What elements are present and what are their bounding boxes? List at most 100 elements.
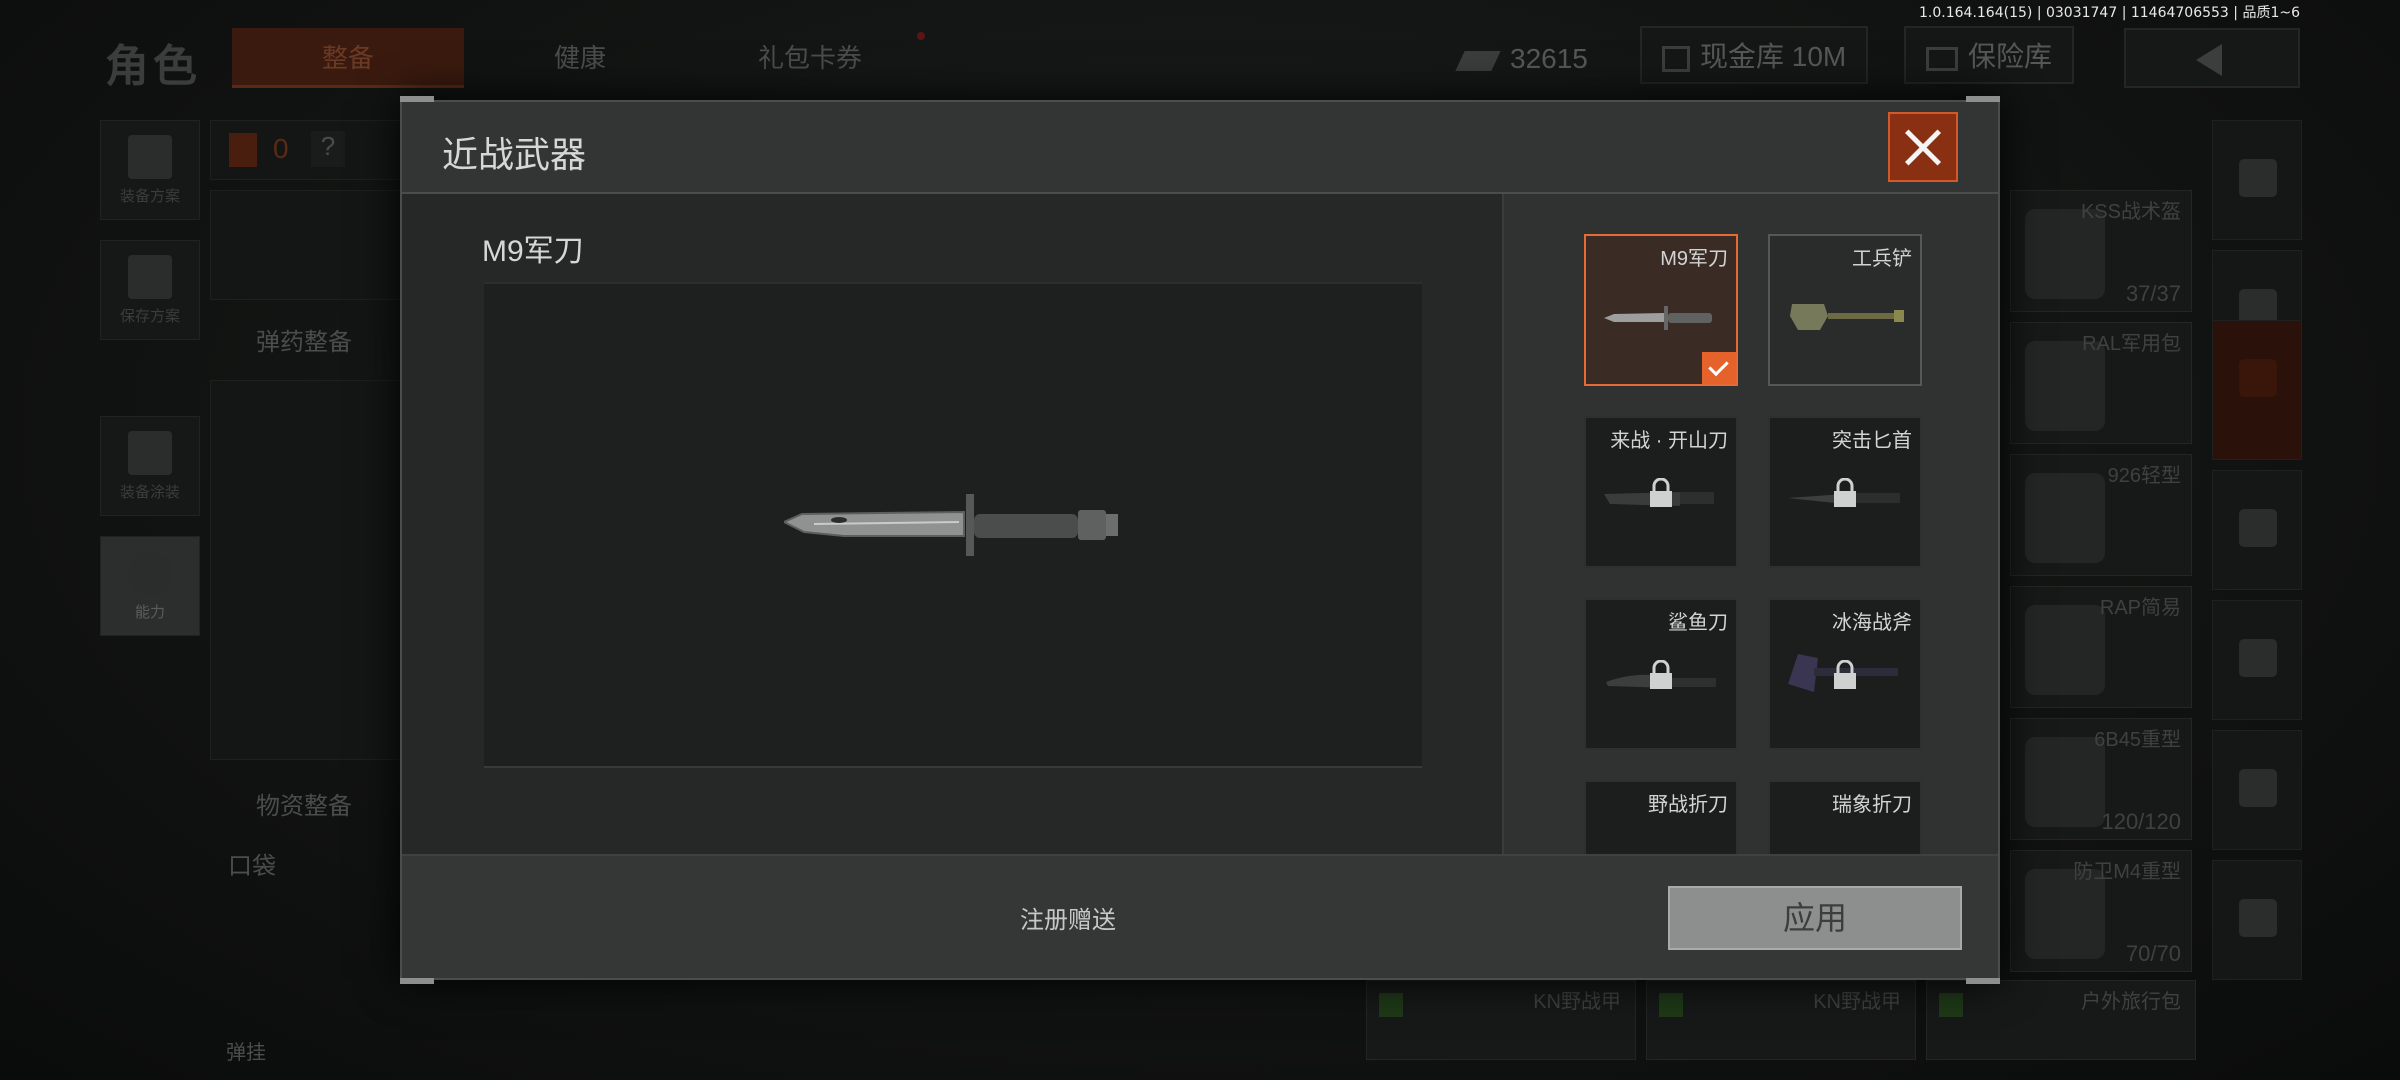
equip-count: 70/70 — [2125, 941, 2181, 966]
category-magazine[interactable] — [2212, 600, 2302, 720]
build-info: 1.0.164.164(15) | 03031747 | 11464706553… — [1919, 5, 2300, 21]
safe-vault-button[interactable]: 保险库 — [1904, 26, 2075, 84]
help-mark[interactable]: ? — [311, 131, 345, 167]
armor-count: 0 — [273, 133, 289, 164]
armor-icon — [229, 133, 257, 167]
equip-vest-light[interactable]: 926轻型 — [2010, 454, 2192, 576]
lock-icon — [1834, 660, 1856, 689]
side-label: 能力 — [134, 604, 165, 621]
weapon-list: M9军刀 工兵铲 来战 · 开山刀 突击匕首 鲨鱼刀 冰海战斧 野战折刀 瑞象折… — [1502, 194, 1998, 854]
lightning-icon — [128, 551, 172, 595]
armor-image — [2025, 737, 2105, 827]
bottom-item[interactable]: KN野战甲 — [1646, 980, 1916, 1060]
side-save-plan[interactable]: 保存方案 — [100, 240, 200, 340]
cash-vault-button[interactable]: 现金库 10M — [1640, 26, 1869, 84]
weapon-card-folding-knife[interactable]: 瑞象折刀 — [1768, 780, 1922, 854]
melee-weapon-dialog: 近战武器 M9军刀 M9军刀 工兵铲 来战 · 开山刀 突击匕首 鲨鱼刀 冰海战… — [400, 96, 2000, 984]
weapon-preview-area: M9军刀 — [402, 194, 1502, 854]
category-all[interactable] — [2212, 120, 2302, 240]
slot-panel — [210, 190, 410, 300]
side-label: 装备方案 — [119, 188, 180, 205]
category-gear[interactable] — [2212, 320, 2302, 460]
tab-health[interactable]: 健康 — [500, 28, 660, 88]
equip-count: 37/37 — [2125, 281, 2181, 306]
helmet-icon — [128, 431, 172, 475]
dialog-title: 近战武器 — [442, 134, 587, 175]
bottom-item[interactable]: KN野战甲 — [1366, 980, 1636, 1060]
grid-icon — [1659, 993, 1683, 1017]
weapon-card-machete[interactable]: 来战 · 开山刀 — [1584, 416, 1738, 568]
download-icon — [128, 255, 172, 299]
m9-knife-image — [784, 494, 1118, 556]
weapon-card-m9[interactable]: M9军刀 — [1584, 234, 1738, 386]
equip-count: 120/120 — [2101, 809, 2181, 834]
side-equip-plan[interactable]: 装备方案 — [100, 120, 200, 220]
weapon-name: 冰海战斧 — [1832, 612, 1912, 634]
weapon-card-ice-axe[interactable]: 冰海战斧 — [1768, 598, 1922, 750]
vault-icon — [1662, 45, 1690, 72]
pocket-label: 口袋 — [228, 853, 276, 880]
back-arrow-icon — [2196, 44, 2222, 76]
safe-vault-label: 保险库 — [1968, 41, 2053, 72]
dialog-footer: 注册赠送 应用 — [402, 854, 1998, 978]
grid-icon — [1939, 993, 1963, 1017]
rig-image — [2025, 605, 2105, 695]
weapon-name: 鲨鱼刀 — [1668, 612, 1728, 634]
equip-name: 926轻型 — [2107, 465, 2181, 487]
equip-name: 6B45重型 — [2094, 729, 2181, 751]
close-button[interactable] — [1888, 112, 1958, 182]
side-label: 装备涂装 — [119, 484, 180, 501]
weapon-card-assault-dagger[interactable]: 突击匕首 — [1768, 416, 1922, 568]
helmet-icon — [2239, 359, 2277, 397]
lock-icon — [1834, 478, 1856, 507]
supply-label[interactable]: 物资整备 — [256, 786, 352, 821]
money-display: 32615 — [1455, 30, 1588, 88]
apply-button[interactable]: 应用 — [1668, 886, 1962, 950]
lock-icon — [1650, 660, 1672, 689]
equip-name: 防卫M4重型 — [2073, 861, 2181, 883]
equip-backpack[interactable]: RAL军用包 — [2010, 322, 2192, 444]
bottom-item-name: 户外旅行包 — [2081, 991, 2181, 1013]
back-button[interactable] — [2124, 28, 2300, 88]
ammo-label[interactable]: 弹药整备 — [256, 322, 352, 357]
dialog-header: 近战武器 — [402, 102, 1998, 194]
bullet-icon — [2239, 769, 2277, 807]
weapon-preview-box — [484, 282, 1422, 768]
bottom-item-name: KN野战甲 — [1813, 991, 1901, 1013]
equip-helmet[interactable]: KSS战术盔 37/37 — [2010, 190, 2192, 312]
glove-icon — [2239, 899, 2277, 937]
extra-label: 弹挂 — [226, 1042, 266, 1064]
weapon-name: 突击匕首 — [1832, 430, 1912, 452]
stack-icon — [2239, 159, 2277, 197]
armor-counter: 0 ? — [210, 120, 410, 180]
selected-check-icon — [1702, 352, 1736, 384]
weapon-card-shark-knife[interactable]: 鲨鱼刀 — [1584, 598, 1738, 750]
bottom-item-name: KN野战甲 — [1533, 991, 1621, 1013]
equip-rig[interactable]: RAP简易 — [2010, 586, 2192, 708]
weapon-name: 瑞象折刀 — [1832, 794, 1912, 816]
frame-corner — [1966, 978, 2000, 984]
category-ammo[interactable] — [2212, 730, 2302, 850]
side-skin[interactable]: 装备涂装 — [100, 416, 200, 516]
side-label: 保存方案 — [119, 308, 180, 325]
knife-icon — [1604, 306, 1712, 330]
weapon-name: 野战折刀 — [1648, 794, 1728, 816]
side-ability[interactable]: 能力 — [100, 536, 200, 636]
notification-dot — [917, 32, 925, 40]
tab-gift-cards[interactable]: 礼包卡券 — [700, 28, 920, 88]
tab-equip[interactable]: 整备 — [232, 28, 464, 88]
acquire-source-note: 注册赠送 — [1020, 907, 1116, 934]
cash-vault-label: 现金库 10M — [1700, 41, 1847, 72]
equip-armor-m4[interactable]: 防卫M4重型 70/70 — [2010, 850, 2192, 972]
bottom-item[interactable]: 户外旅行包 — [1926, 980, 2196, 1060]
shovel-icon — [1790, 304, 1904, 330]
equip-armor-heavy[interactable]: 6B45重型 120/120 — [2010, 718, 2192, 840]
equip-name: KSS战术盔 — [2080, 201, 2181, 223]
weapon-card-field-folding-knife[interactable]: 野战折刀 — [1584, 780, 1738, 854]
slot-panel — [210, 380, 410, 760]
weapon-card-shovel[interactable]: 工兵铲 — [1768, 234, 1922, 386]
category-gloves[interactable] — [2212, 860, 2302, 980]
magazine-icon — [2239, 639, 2277, 677]
page-title: 角色 — [105, 42, 201, 91]
category-rifle[interactable] — [2212, 470, 2302, 590]
